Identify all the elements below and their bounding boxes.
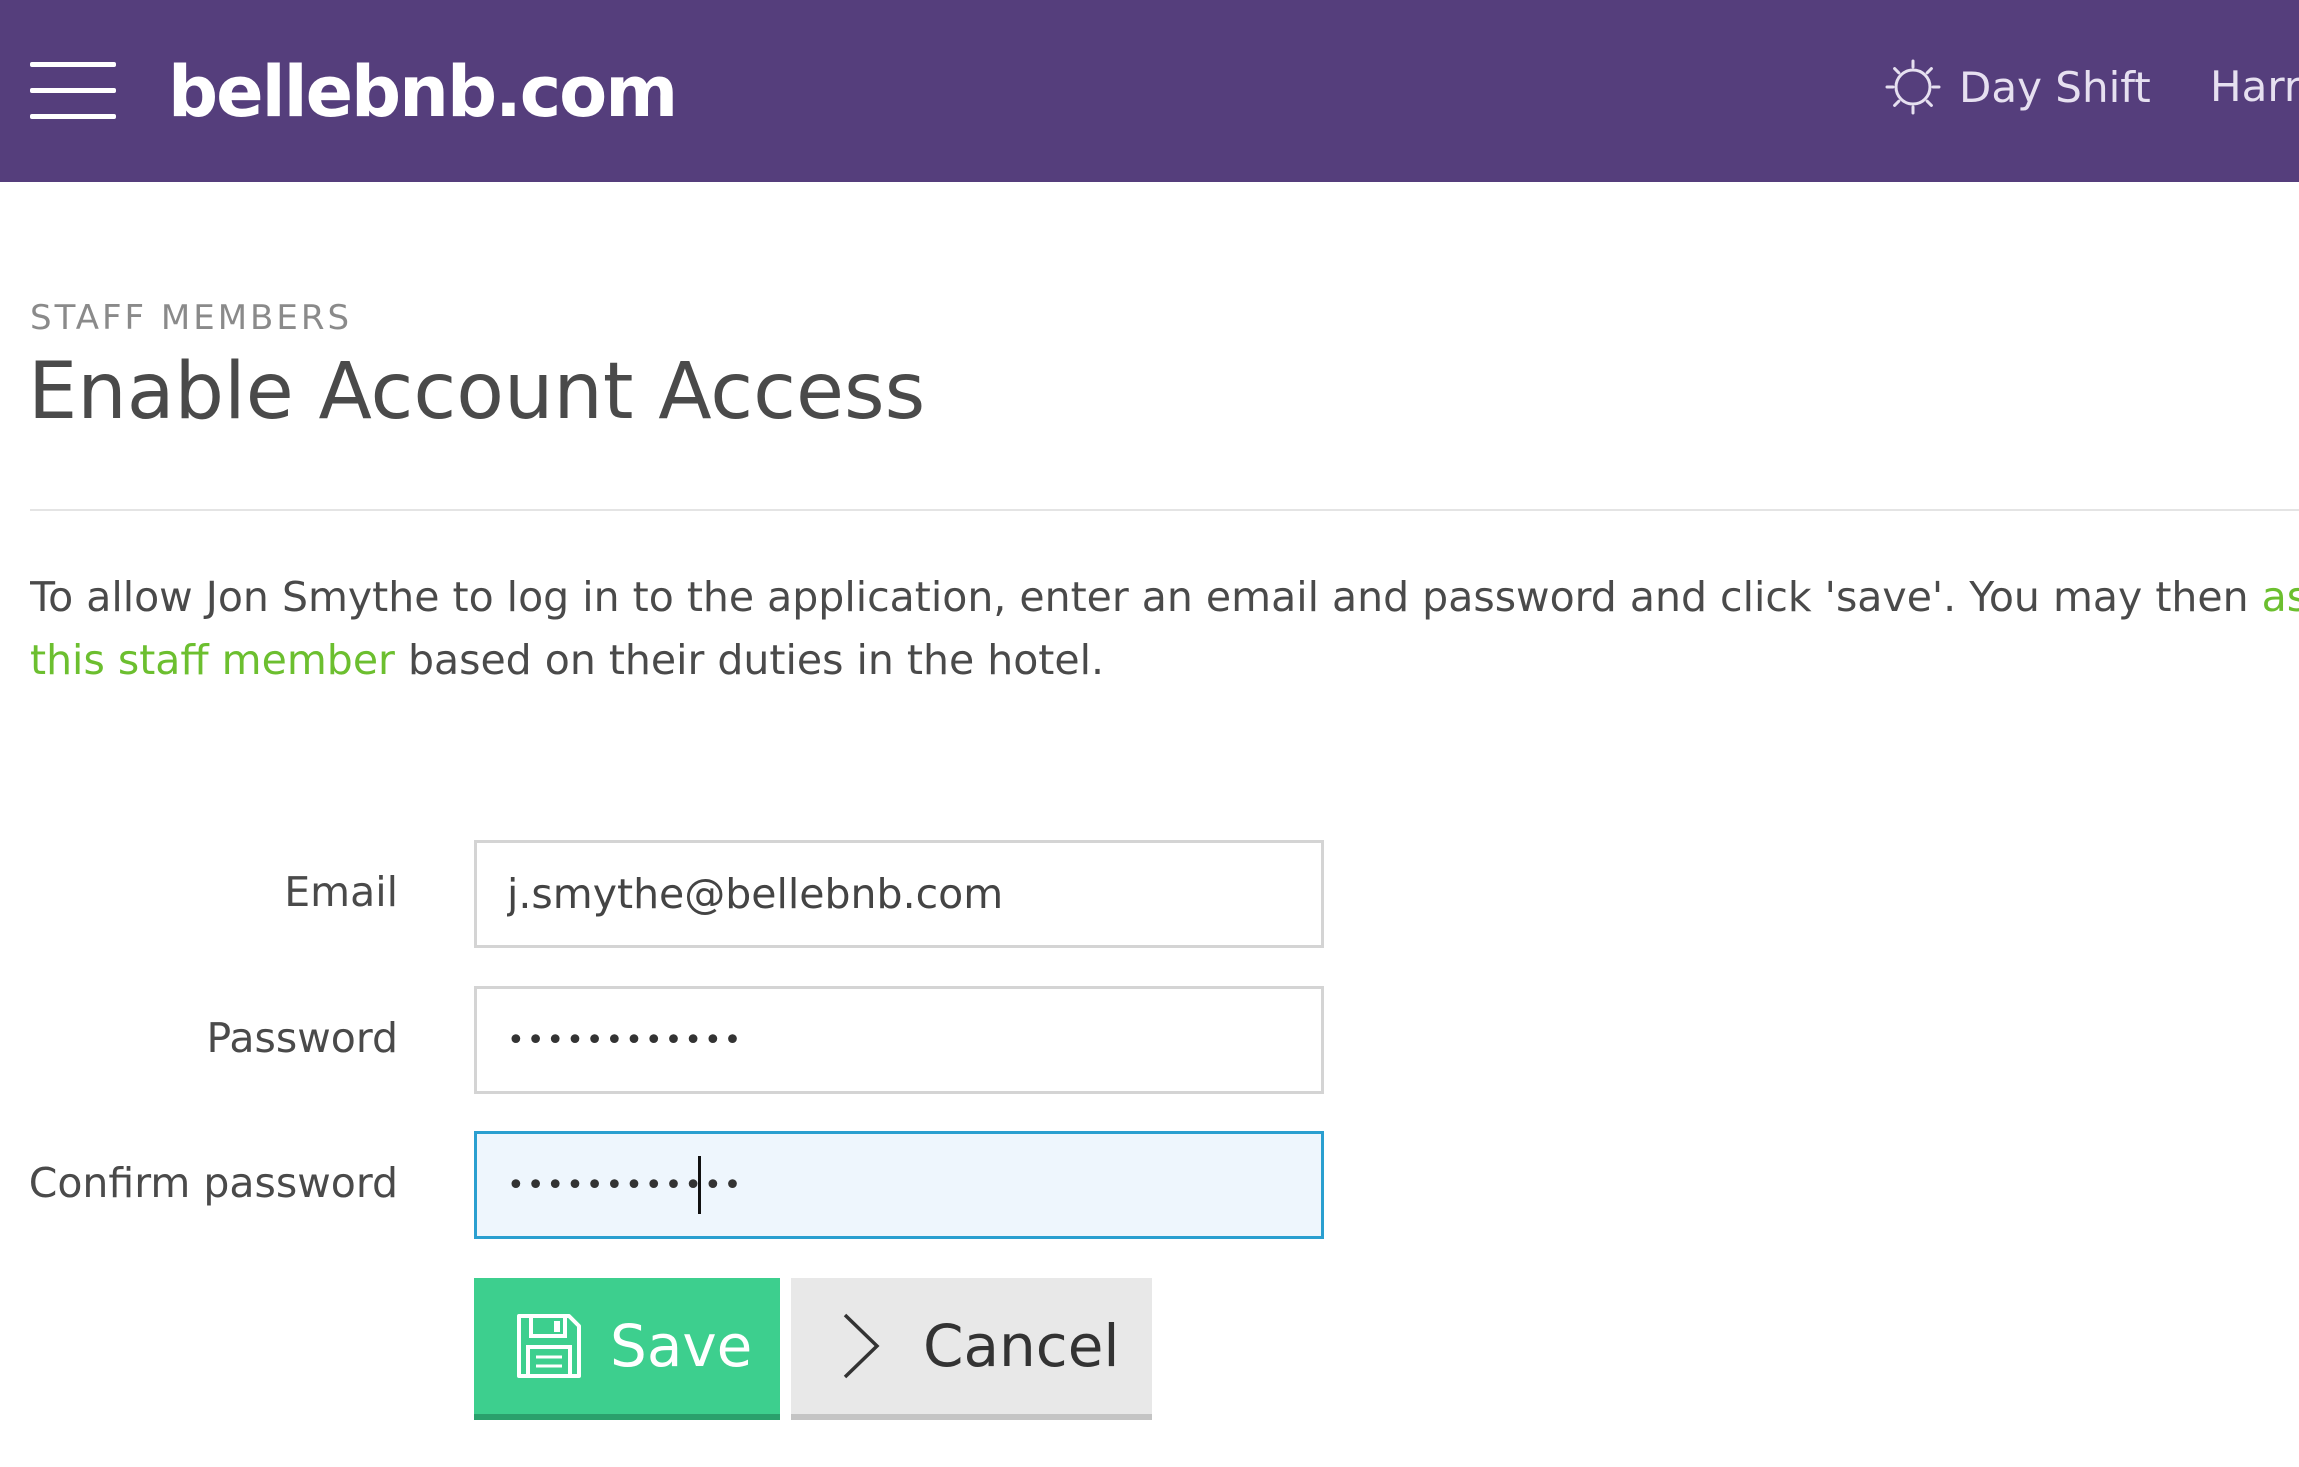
save-button-label: Save: [610, 1312, 753, 1380]
chevron-right-icon: [843, 1313, 880, 1379]
intro-paragraph: To allow Jon Smythe to log in to the app…: [30, 566, 2299, 692]
confirm-password-label: Confirm password: [28, 1159, 398, 1207]
intro-line-2: this staff member based on their duties …: [30, 629, 2299, 692]
breadcrumb-section: STAFF MEMBERS: [30, 298, 353, 338]
floppy-disk-icon: [517, 1314, 581, 1378]
shift-label: Day Shift: [1959, 62, 2151, 112]
cancel-button[interactable]: Cancel: [791, 1278, 1152, 1420]
sun-icon: [1885, 59, 1941, 115]
save-button[interactable]: Save: [474, 1278, 780, 1420]
password-field[interactable]: [474, 986, 1324, 1094]
email-label: Email: [284, 868, 398, 916]
divider: [30, 509, 2299, 511]
confirm-password-field[interactable]: [474, 1131, 1324, 1239]
cancel-button-label: Cancel: [923, 1312, 1120, 1380]
user-menu[interactable]: Harr: [2210, 54, 2299, 120]
intro-text-1: To allow Jon Smythe to log in to the app…: [30, 573, 2262, 621]
shift-selector[interactable]: Day Shift: [1885, 54, 2151, 120]
site-logo[interactable]: bellebnb.com: [168, 44, 678, 140]
password-label: Password: [206, 1014, 398, 1062]
email-field[interactable]: [474, 840, 1324, 948]
top-navigation-bar: bellebnb.com Day Shift Harr: [0, 0, 2299, 182]
intro-line-1: To allow Jon Smythe to log in to the app…: [30, 566, 2299, 629]
intro-text-2: based on their duties in the hotel.: [394, 636, 1105, 684]
page-title: Enable Account Access: [28, 347, 926, 437]
text-cursor: [698, 1156, 701, 1214]
assign-staff-link[interactable]: assign: [2262, 573, 2299, 621]
assign-staff-link-continued[interactable]: this staff member: [30, 636, 395, 684]
hamburger-menu-icon[interactable]: [30, 62, 116, 119]
